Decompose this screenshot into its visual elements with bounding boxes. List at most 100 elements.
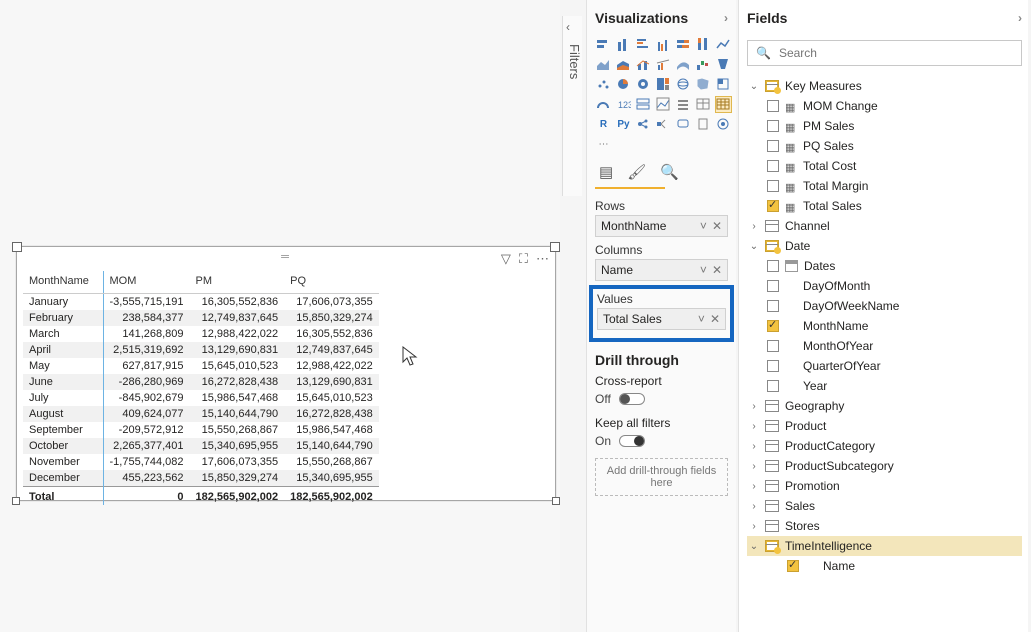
chevron-down-icon[interactable]: ˅: [698, 312, 705, 326]
table-node[interactable]: › Channel: [747, 216, 1022, 236]
field-checkbox[interactable]: [767, 200, 779, 212]
field-checkbox[interactable]: [767, 180, 779, 192]
field-checkbox[interactable]: [767, 140, 779, 152]
shape-map-icon[interactable]: [715, 76, 732, 93]
chevron-right-icon[interactable]: ›: [1018, 11, 1022, 25]
field-checkbox[interactable]: [787, 560, 799, 572]
fields-search[interactable]: 🔍: [747, 40, 1022, 66]
funnel-icon[interactable]: [715, 56, 732, 73]
waterfall-icon[interactable]: [695, 56, 712, 73]
remove-icon[interactable]: ✕: [712, 263, 722, 277]
values-well[interactable]: Total Sales ˅✕: [597, 308, 726, 330]
filled-map-icon[interactable]: [695, 76, 712, 93]
field-node[interactable]: DayOfWeekName: [747, 296, 1022, 316]
field-checkbox[interactable]: [767, 320, 779, 332]
map-icon[interactable]: [675, 76, 692, 93]
chevron-right-icon[interactable]: ›: [724, 11, 728, 25]
format-tab-icon[interactable]: 🖌: [627, 163, 646, 181]
col-header[interactable]: PQ: [284, 271, 379, 294]
r-visual-icon[interactable]: R: [595, 116, 612, 133]
rows-well[interactable]: MonthName ˅✕: [595, 215, 728, 237]
matrix-visual[interactable]: ═ ▽ ⛶ ⋯ MonthName MOM PM PQ January-3,55…: [16, 246, 556, 501]
table-node[interactable]: › ProductSubcategory: [747, 456, 1022, 476]
table-node[interactable]: ⌄ Date: [747, 236, 1022, 256]
donut-icon[interactable]: [635, 76, 652, 93]
table-node[interactable]: › ProductCategory: [747, 436, 1022, 456]
analytics-tab-icon[interactable]: 🔍: [660, 163, 679, 181]
table-node[interactable]: ⌄ TimeIntelligence: [747, 536, 1022, 556]
field-node[interactable]: Name: [747, 556, 1022, 576]
filter-icon[interactable]: ▽: [501, 251, 511, 267]
field-checkbox[interactable]: [767, 360, 779, 372]
field-node[interactable]: ▦ PQ Sales: [747, 136, 1022, 156]
col-header[interactable]: MOM: [103, 271, 190, 294]
field-node[interactable]: ▦ MOM Change: [747, 96, 1022, 116]
table-node[interactable]: › Promotion: [747, 476, 1022, 496]
paginated-icon[interactable]: [695, 116, 712, 133]
columns-well[interactable]: Name ˅✕: [595, 259, 728, 281]
field-checkbox[interactable]: [767, 380, 779, 392]
hundred-bar-icon[interactable]: [675, 36, 692, 53]
matrix-icon[interactable]: [715, 96, 732, 113]
remove-icon[interactable]: ✕: [712, 219, 722, 233]
table-row[interactable]: April2,515,319,69213,129,690,83112,749,8…: [23, 342, 379, 358]
cross-report-toggle[interactable]: [619, 393, 645, 405]
line-chart-icon[interactable]: [715, 36, 732, 53]
ribbon-icon[interactable]: [675, 56, 692, 73]
table-row[interactable]: August409,624,07715,140,644,79016,272,82…: [23, 406, 379, 422]
field-node[interactable]: Year: [747, 376, 1022, 396]
stacked-bar-icon[interactable]: [595, 36, 612, 53]
field-node[interactable]: ▦ PM Sales: [747, 116, 1022, 136]
clustered-bar-icon[interactable]: [635, 36, 652, 53]
drillthrough-drop[interactable]: Add drill-through fields here: [595, 458, 728, 496]
slicer-icon[interactable]: [675, 96, 692, 113]
table-node[interactable]: › Stores: [747, 516, 1022, 536]
table-icon[interactable]: [695, 96, 712, 113]
field-checkbox[interactable]: [767, 100, 779, 112]
get-more-visuals-icon[interactable]: ⋯: [595, 136, 612, 153]
line-stacked-icon[interactable]: [635, 56, 652, 73]
stacked-area-icon[interactable]: [615, 56, 632, 73]
remove-icon[interactable]: ✕: [710, 312, 720, 326]
col-header[interactable]: PM: [190, 271, 285, 294]
multirow-card-icon[interactable]: [635, 96, 652, 113]
table-row[interactable]: November-1,755,744,08217,606,073,35515,5…: [23, 454, 379, 470]
field-checkbox[interactable]: [767, 160, 779, 172]
field-node[interactable]: QuarterOfYear: [747, 356, 1022, 376]
field-checkbox[interactable]: [767, 340, 779, 352]
report-canvas[interactable]: ═ ▽ ⛶ ⋯ MonthName MOM PM PQ January-3,55…: [0, 0, 560, 632]
table-node[interactable]: › Product: [747, 416, 1022, 436]
filters-pane-collapsed[interactable]: ‹ Filters: [562, 16, 582, 196]
arcgis-icon[interactable]: [715, 116, 732, 133]
table-node[interactable]: ⌄ Key Measures: [747, 76, 1022, 96]
table-node[interactable]: › Geography: [747, 396, 1022, 416]
search-input[interactable]: [777, 45, 1013, 61]
field-node[interactable]: ▦ Total Sales: [747, 196, 1022, 216]
stacked-column-icon[interactable]: [615, 36, 632, 53]
hundred-column-icon[interactable]: [695, 36, 712, 53]
clustered-column-icon[interactable]: [655, 36, 672, 53]
gauge-icon[interactable]: [595, 96, 612, 113]
table-row[interactable]: July-845,902,67915,986,547,46815,645,010…: [23, 390, 379, 406]
table-row[interactable]: March141,268,80912,988,422,02216,305,552…: [23, 326, 379, 342]
chevron-down-icon[interactable]: ˅: [700, 263, 707, 277]
python-visual-icon[interactable]: Py: [615, 116, 632, 133]
kpi-icon[interactable]: [655, 96, 672, 113]
field-checkbox[interactable]: [767, 300, 779, 312]
table-row[interactable]: February238,584,37712,749,837,64515,850,…: [23, 310, 379, 326]
scatter-icon[interactable]: [595, 76, 612, 93]
col-header[interactable]: MonthName: [23, 271, 103, 294]
key-influencers-icon[interactable]: [635, 116, 652, 133]
line-clustered-icon[interactable]: [655, 56, 672, 73]
focus-mode-icon[interactable]: ⛶: [519, 251, 528, 267]
table-row[interactable]: June-286,280,96916,272,828,43813,129,690…: [23, 374, 379, 390]
fields-tab-icon[interactable]: ▤: [599, 163, 613, 181]
table-node[interactable]: › Sales: [747, 496, 1022, 516]
more-options-icon[interactable]: ⋯: [536, 251, 549, 267]
field-node[interactable]: ▦ Total Margin: [747, 176, 1022, 196]
field-checkbox[interactable]: [767, 260, 779, 272]
field-checkbox[interactable]: [767, 280, 779, 292]
chevron-down-icon[interactable]: ˅: [700, 219, 707, 233]
field-node[interactable]: Dates: [747, 256, 1022, 276]
table-row[interactable]: September-209,572,91215,550,268,86715,98…: [23, 422, 379, 438]
